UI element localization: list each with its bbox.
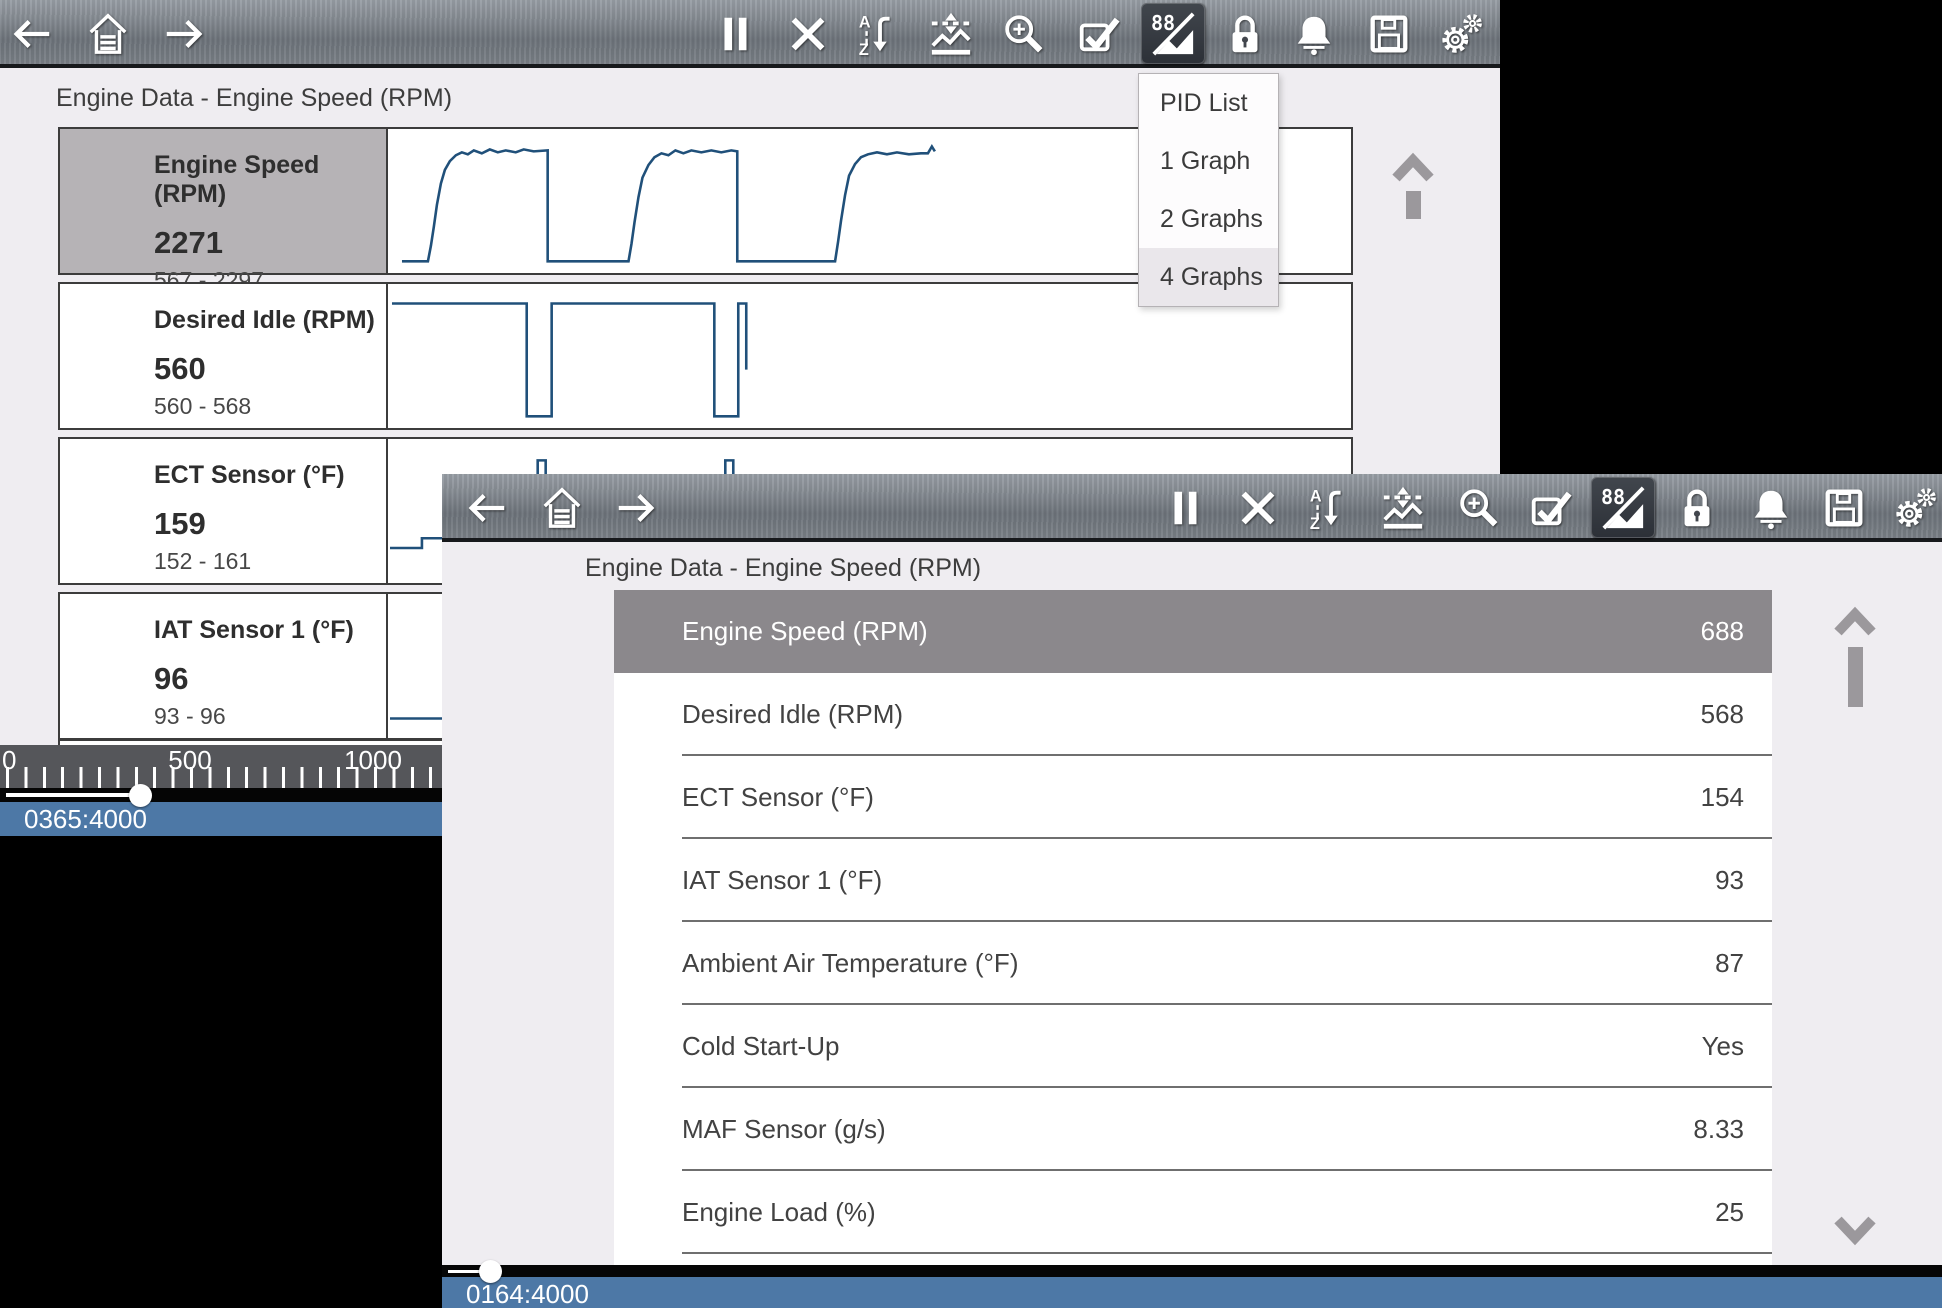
confirm-icon[interactable] xyxy=(1525,484,1575,532)
pid-name: ECT Sensor (°F) xyxy=(154,461,378,490)
close-icon[interactable] xyxy=(783,10,833,58)
sort-az-icon[interactable] xyxy=(1306,484,1356,532)
pid-name: Desired Idle (RPM) xyxy=(614,699,1701,730)
tile-label-panel: ECT Sensor (°F) 159 152 - 161 xyxy=(60,439,388,583)
alerts-bell-icon[interactable] xyxy=(1746,484,1796,532)
pause-icon[interactable] xyxy=(1160,484,1210,532)
pid-name: IAT Sensor 1 (°F) xyxy=(614,865,1715,896)
pid-name: Engine Speed (RPM) xyxy=(614,616,1701,647)
pid-range: 560 - 568 xyxy=(154,393,378,420)
close-icon[interactable] xyxy=(1233,484,1283,532)
pid-value: 688 xyxy=(1701,616,1772,647)
timeline-track[interactable] xyxy=(442,1265,1942,1277)
timeline-progress xyxy=(448,1270,480,1273)
graph-display-icon[interactable] xyxy=(1591,477,1655,538)
pid-row-iat-sensor[interactable]: IAT Sensor 1 (°F) 93 xyxy=(614,839,1772,922)
pid-value: 8.33 xyxy=(1693,1114,1772,1145)
tile-label-panel: IAT Sensor 1 (°F) 96 93 - 96 xyxy=(60,594,388,738)
tile-label-panel: Engine Speed (RPM) 2271 567 - 2297 xyxy=(60,129,388,273)
pid-row-desired-idle[interactable]: Desired Idle (RPM) 568 xyxy=(614,673,1772,756)
lock-icon[interactable] xyxy=(1672,484,1722,532)
timeline-progress xyxy=(6,793,140,797)
pid-list-window: Engine Data - Engine Speed (RPM) Engine … xyxy=(442,474,1942,1308)
pid-row-maf-sensor[interactable]: MAF Sensor (g/s) 8.33 xyxy=(614,1088,1772,1171)
pid-name: Cold Start-Up xyxy=(614,1031,1702,1062)
scroll-down-button[interactable] xyxy=(1832,1210,1878,1251)
page-title: Engine Data - Engine Speed (RPM) xyxy=(585,554,981,583)
pid-value: 568 xyxy=(1701,699,1772,730)
timeline-slider-knob[interactable] xyxy=(129,784,152,807)
pid-range: 152 - 161 xyxy=(154,548,378,575)
compare-data-icon[interactable] xyxy=(1378,484,1428,532)
back-icon[interactable] xyxy=(7,10,57,58)
compare-data-icon[interactable] xyxy=(926,10,976,58)
menu-item-1-graph[interactable]: 1 Graph xyxy=(1139,132,1278,190)
lock-icon[interactable] xyxy=(1220,10,1270,58)
pid-row-cold-start-up[interactable]: Cold Start-Up Yes xyxy=(614,1005,1772,1088)
alerts-bell-icon[interactable] xyxy=(1289,10,1339,58)
settings-icon[interactable] xyxy=(1891,484,1941,532)
pid-row-ambient-air-temp[interactable]: Ambient Air Temperature (°F) 87 xyxy=(614,922,1772,1005)
pause-icon[interactable] xyxy=(710,10,760,58)
pid-name: Engine Load (%) xyxy=(614,1197,1715,1228)
pid-value: 154 xyxy=(1701,782,1772,813)
menu-item-2-graphs[interactable]: 2 Graphs xyxy=(1139,190,1278,248)
pid-row-engine-load[interactable]: Engine Load (%) 25 xyxy=(614,1171,1772,1254)
pid-value: 2271 xyxy=(154,225,378,261)
settings-icon[interactable] xyxy=(1437,10,1487,58)
page-title: Engine Data - Engine Speed (RPM) xyxy=(56,84,452,113)
home-icon[interactable] xyxy=(537,484,587,532)
scroll-up-button[interactable] xyxy=(1832,602,1878,707)
home-icon[interactable] xyxy=(83,10,133,58)
graph-display-icon[interactable] xyxy=(1141,3,1205,64)
pid-name: MAF Sensor (g/s) xyxy=(614,1114,1693,1145)
frame-counter: 0164:4000 xyxy=(442,1277,1942,1308)
menu-item-4-graphs[interactable]: 4 Graphs xyxy=(1139,248,1278,306)
pid-range: 93 - 96 xyxy=(154,703,378,730)
pid-value: 87 xyxy=(1715,948,1772,979)
pid-name: Desired Idle (RPM) xyxy=(154,306,378,335)
pid-value: 25 xyxy=(1715,1197,1772,1228)
scroll-up-button[interactable] xyxy=(1390,148,1436,219)
sort-az-icon[interactable] xyxy=(855,10,905,58)
confirm-icon[interactable] xyxy=(1073,10,1123,58)
save-icon[interactable] xyxy=(1364,10,1414,58)
pid-value: 560 xyxy=(154,351,378,387)
scanner-screen: { "colors": { "accent_blue": "#4d78a6", … xyxy=(0,0,1942,1308)
forward-icon[interactable] xyxy=(611,484,661,532)
back-toolbar xyxy=(0,0,1500,68)
pid-value: Yes xyxy=(1702,1031,1772,1062)
pid-row-ect-sensor[interactable]: ECT Sensor (°F) 154 xyxy=(614,756,1772,839)
pid-value: 96 xyxy=(154,661,378,697)
zoom-in-icon[interactable] xyxy=(1453,484,1503,532)
tile-label-panel: Desired Idle (RPM) 560 560 - 568 xyxy=(60,284,388,428)
pid-name: IAT Sensor 1 (°F) xyxy=(154,616,378,645)
menu-item-pid-list[interactable]: PID List xyxy=(1139,74,1278,132)
timeline-slider-knob[interactable] xyxy=(479,1260,502,1283)
back-icon[interactable] xyxy=(462,484,512,532)
pid-name: ECT Sensor (°F) xyxy=(614,782,1701,813)
pid-list: Engine Speed (RPM) 688 Desired Idle (RPM… xyxy=(614,590,1772,1265)
pid-name: Ambient Air Temperature (°F) xyxy=(614,948,1715,979)
front-toolbar xyxy=(442,474,1942,542)
pid-value: 93 xyxy=(1715,865,1772,896)
zoom-in-icon[interactable] xyxy=(998,10,1048,58)
save-icon[interactable] xyxy=(1819,484,1869,532)
pid-name: Engine Speed (RPM) xyxy=(154,151,378,209)
forward-icon[interactable] xyxy=(159,10,209,58)
pid-row-engine-speed[interactable]: Engine Speed (RPM) 688 xyxy=(614,590,1772,673)
graph-display-menu: PID List 1 Graph 2 Graphs 4 Graphs xyxy=(1138,73,1279,307)
pid-value: 159 xyxy=(154,506,378,542)
